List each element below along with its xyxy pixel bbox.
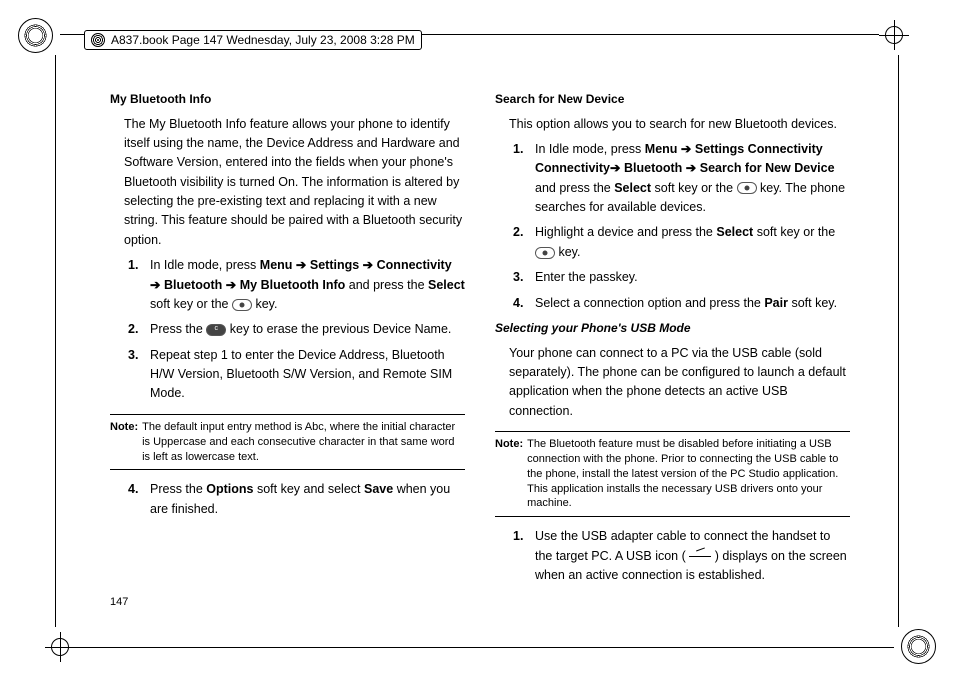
crop-cross-bl [45, 632, 75, 662]
crop-header-text: A837.book Page 147 Wednesday, July 23, 2… [111, 33, 415, 47]
page-body: My Bluetooth Info The My Bluetooth Info … [110, 90, 850, 615]
intro-search: This option allows you to search for new… [509, 115, 850, 134]
center-key-icon [535, 247, 555, 259]
step-4: 4. Press the Options soft key and select… [128, 480, 465, 519]
crop-disc-tl [18, 18, 53, 53]
step-1: 1. In Idle mode, press Menu ➔ Settings ➔… [128, 256, 465, 314]
intro-my-bluetooth: The My Bluetooth Info feature allows you… [124, 115, 465, 251]
usb-step-1: 1. Use the USB adapter cable to connect … [513, 527, 850, 585]
crop-cross-tr [879, 20, 909, 50]
step-2: 2. Press the key to erase the previous D… [128, 320, 465, 339]
crop-disc-br [901, 629, 936, 664]
center-key-icon [737, 182, 757, 194]
search-step-2: 2. Highlight a device and press the Sele… [513, 223, 850, 262]
spiral-icon [91, 33, 105, 47]
clear-key-icon [206, 324, 226, 336]
crop-line-left [55, 55, 56, 627]
search-step-1: 1. In Idle mode, press Menu ➔ Settings C… [513, 140, 850, 218]
steps-my-bluetooth: 1. In Idle mode, press Menu ➔ Settings ➔… [128, 256, 465, 404]
heading-usb-mode: Selecting your Phone's USB Mode [495, 319, 850, 338]
crop-line-bottom [75, 647, 894, 648]
crop-header: A837.book Page 147 Wednesday, July 23, 2… [84, 30, 422, 50]
intro-usb: Your phone can connect to a PC via the U… [509, 344, 850, 422]
crop-line-right [898, 55, 899, 627]
page-number: 147 [110, 594, 128, 611]
left-column: My Bluetooth Info The My Bluetooth Info … [110, 90, 465, 615]
note-abc-input: Note: The default input entry method is … [110, 414, 465, 471]
step-3: 3. Repeat step 1 to enter the Device Add… [128, 346, 465, 404]
center-key-icon [232, 299, 252, 311]
heading-search-new-device: Search for New Device [495, 90, 850, 109]
steps-my-bluetooth-cont: 4. Press the Options soft key and select… [128, 480, 465, 519]
steps-search: 1. In Idle mode, press Menu ➔ Settings C… [513, 140, 850, 313]
heading-my-bluetooth-info: My Bluetooth Info [110, 90, 465, 109]
note-usb: Note: The Bluetooth feature must be disa… [495, 431, 850, 517]
search-step-4: 4. Select a connection option and press … [513, 294, 850, 313]
right-column: Search for New Device This option allows… [495, 90, 850, 615]
usb-icon [689, 551, 711, 561]
search-step-3: 3. Enter the passkey. [513, 268, 850, 287]
steps-usb: 1. Use the USB adapter cable to connect … [513, 527, 850, 585]
